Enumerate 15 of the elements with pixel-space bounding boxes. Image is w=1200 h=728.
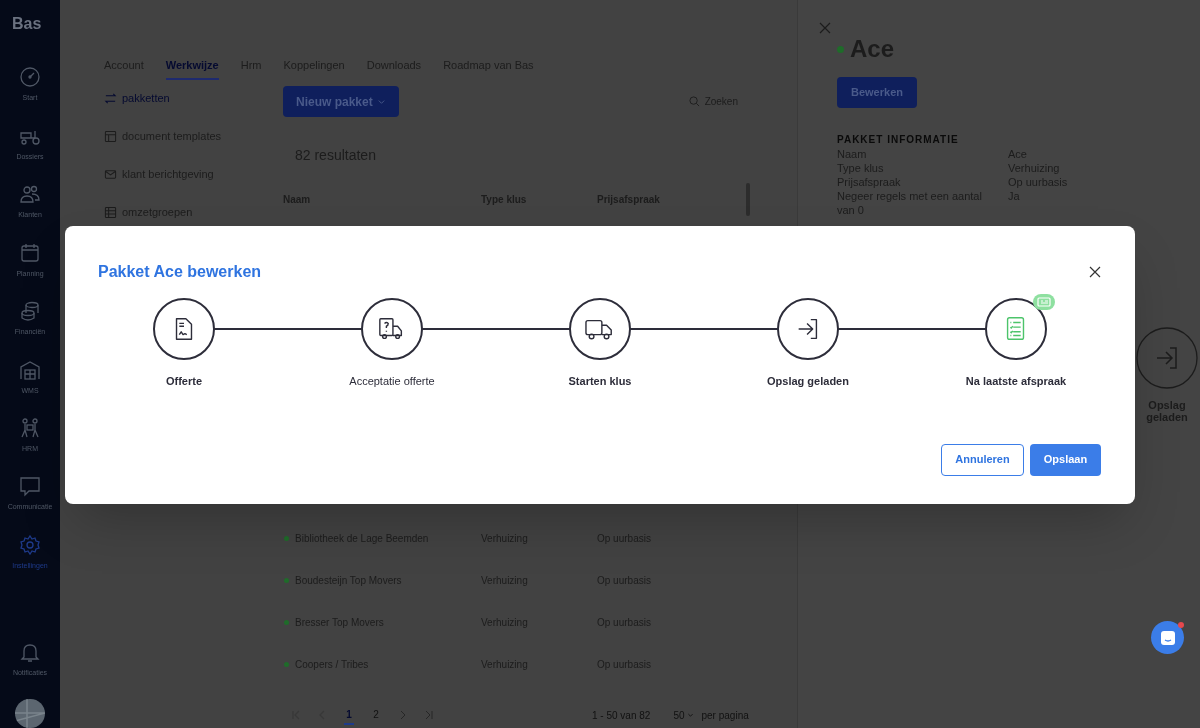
page-button[interactable]: 1 (344, 705, 354, 725)
edit-button[interactable]: Bewerken (837, 77, 917, 108)
logo: Bas (12, 14, 42, 34)
step-label: Opslag geladen (767, 374, 849, 389)
step-label: Offerte (165, 374, 203, 389)
step-label: Starten klus (568, 374, 632, 389)
new-package-button[interactable]: Nieuw pakket (283, 86, 399, 117)
cancel-button[interactable]: Annuleren (941, 443, 1024, 476)
section-heading: PAKKET INFORMATIE (837, 133, 960, 147)
save-button[interactable]: Opslaan (1030, 443, 1101, 476)
step-label: Na laatste afspraak (965, 374, 1067, 389)
dialog-title: Pakket Ace bewerken (98, 262, 262, 282)
settings-menu-item[interactable]: pakketten (104, 88, 283, 108)
step-label: Acceptatie offerte (349, 374, 435, 389)
tab[interactable]: Werkwijze (165, 52, 219, 80)
